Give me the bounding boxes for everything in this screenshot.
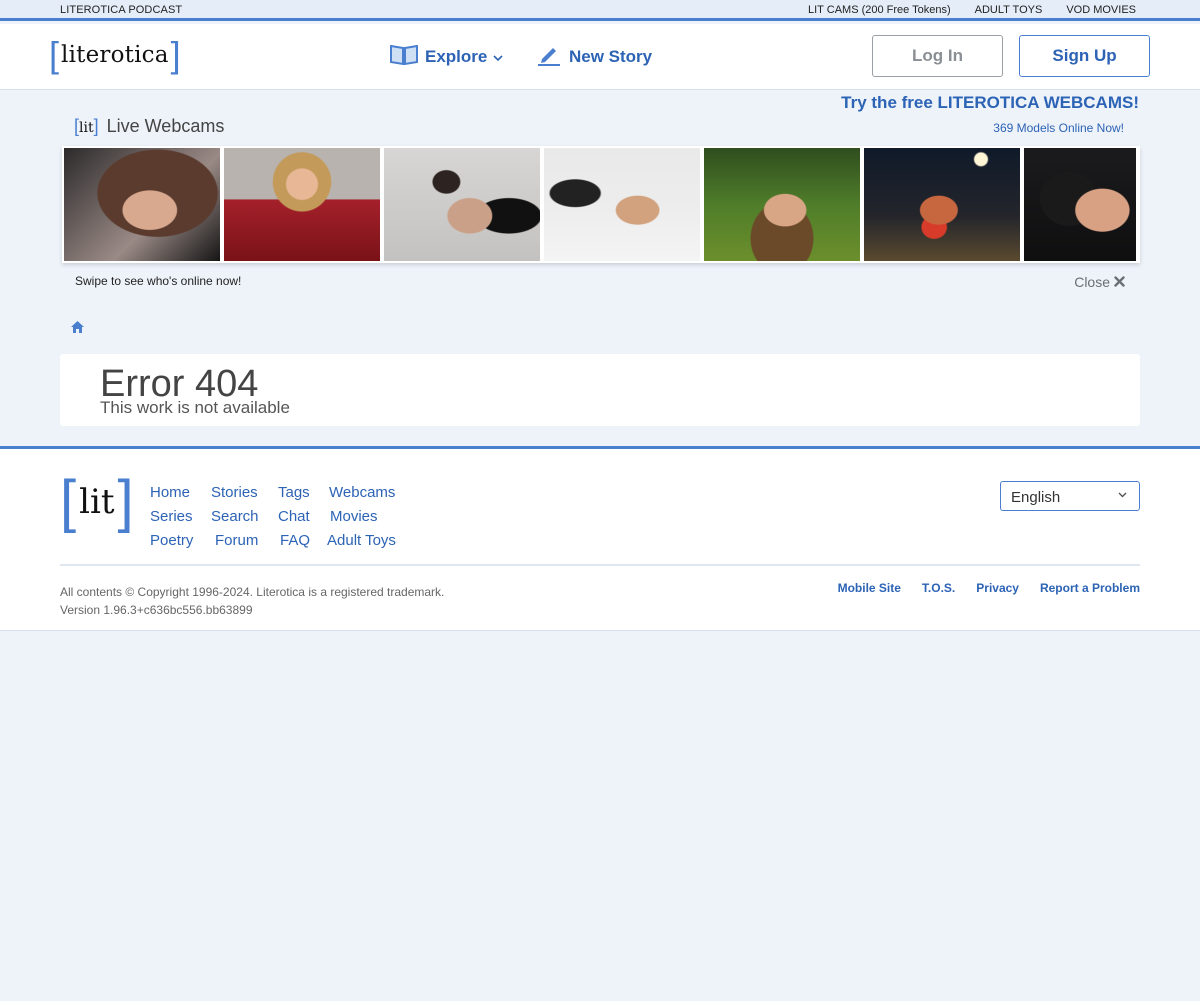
footer-copyright: All contents © Copyright 1996-2024. Lite… [60, 583, 444, 619]
lit-cams-link[interactable]: LIT CAMS (200 Free Tokens) [808, 4, 951, 16]
footer-logo-text: lit [79, 482, 115, 522]
footer-link-stories[interactable]: Stories [211, 484, 278, 501]
footer-link-chat[interactable]: Chat [278, 508, 330, 525]
footer-logo-bracket-right: ] [117, 469, 134, 534]
webcam-thumbnail[interactable] [864, 148, 1020, 261]
webcams-heading: [lit] Live Webcams [74, 116, 224, 137]
error-subtitle: This work is not available [100, 398, 290, 417]
podcast-link[interactable]: LITEROTICA PODCAST [60, 4, 182, 16]
footer-link-tags[interactable]: Tags [278, 484, 329, 501]
webcam-thumbnail[interactable] [64, 148, 220, 261]
footer-link-webcams[interactable]: Webcams [329, 484, 395, 501]
error-panel: Error 404 This work is not available [60, 354, 1140, 426]
adult-toys-link[interactable]: ADULT TOYS [975, 4, 1043, 16]
footer-link-faq[interactable]: FAQ [280, 532, 327, 549]
signup-button[interactable]: Sign Up [1019, 35, 1150, 77]
tos-link[interactable]: T.O.S. [922, 581, 955, 595]
footer-links-row: Home Stories Tags Webcams [150, 480, 396, 504]
webcam-carousel[interactable] [62, 146, 1140, 263]
explore-label: Explore [425, 46, 488, 66]
webcams-mini-logo: [lit] [74, 116, 99, 136]
top-right-links: LIT CAMS (200 Free Tokens) ADULT TOYS VO… [808, 4, 1136, 16]
chevron-down-icon [1118, 489, 1127, 501]
logo-bracket-left: [ [49, 34, 60, 75]
site-header: [ literotica ] Explore New Story Log In … [0, 24, 1200, 90]
footer-links-row: Series Search Chat Movies [150, 504, 396, 528]
webcam-thumbnail[interactable] [384, 148, 540, 261]
close-label: Close [1074, 274, 1110, 290]
footer-link-forum[interactable]: Forum [215, 532, 280, 549]
webcam-thumbnail[interactable] [1024, 148, 1136, 261]
footer-link-home[interactable]: Home [150, 484, 211, 501]
chevron-down-icon [493, 47, 503, 67]
pencil-icon [537, 42, 561, 71]
footer-bottom-links: Mobile Site T.O.S. Privacy Report a Prob… [838, 581, 1140, 595]
mobile-site-link[interactable]: Mobile Site [838, 581, 901, 595]
footer-link-series[interactable]: Series [150, 508, 211, 525]
home-icon[interactable] [70, 320, 85, 334]
footer-divider [60, 564, 1140, 566]
footer-logo-bracket-left: [ [60, 469, 77, 534]
webcam-thumbnail[interactable] [224, 148, 380, 261]
language-value: English [1011, 489, 1061, 506]
close-webcams-button[interactable]: Close [1074, 274, 1125, 290]
footer-link-movies[interactable]: Movies [330, 508, 378, 525]
language-select[interactable]: English [1000, 481, 1140, 511]
version-text: Version 1.96.3+c636bc556.bb63899 [60, 603, 253, 617]
explore-menu[interactable]: Explore [389, 42, 503, 71]
site-logo[interactable]: [ literotica ] [49, 34, 181, 75]
webcams-title: Live Webcams [106, 116, 225, 136]
webcam-thumbnail[interactable] [704, 148, 860, 261]
footer-links: Home Stories Tags Webcams Series Search … [150, 480, 396, 552]
webcams-promo-link[interactable]: Try the free LITEROTICA WEBCAMS! [841, 93, 1139, 113]
footer-link-adult-toys[interactable]: Adult Toys [327, 532, 396, 549]
footer-link-poetry[interactable]: Poetry [150, 532, 215, 549]
report-problem-link[interactable]: Report a Problem [1040, 581, 1140, 595]
footer-link-search[interactable]: Search [211, 508, 278, 525]
copyright-text: All contents © Copyright 1996-2024. Lite… [60, 585, 445, 599]
webcam-thumbnail[interactable] [544, 148, 700, 261]
login-button[interactable]: Log In [872, 35, 1003, 77]
explore-book-icon [389, 42, 419, 71]
privacy-link[interactable]: Privacy [976, 581, 1019, 595]
close-x-icon [1114, 274, 1125, 290]
vod-movies-link[interactable]: VOD MOVIES [1066, 4, 1136, 16]
logo-bracket-right: ] [170, 34, 181, 75]
models-online-link[interactable]: 369 Models Online Now! [993, 121, 1124, 135]
logo-text: literotica [61, 42, 169, 68]
site-footer: [ lit ] Home Stories Tags Webcams Series… [0, 446, 1200, 631]
footer-logo[interactable]: [ lit ] [60, 469, 134, 534]
new-story-link[interactable]: New Story [537, 42, 652, 71]
swipe-hint: Swipe to see who's online now! [75, 274, 242, 288]
top-strip: LITEROTICA PODCAST LIT CAMS (200 Free To… [0, 0, 1200, 21]
new-story-label: New Story [569, 46, 653, 66]
footer-links-row: Poetry Forum FAQ Adult Toys [150, 528, 396, 552]
